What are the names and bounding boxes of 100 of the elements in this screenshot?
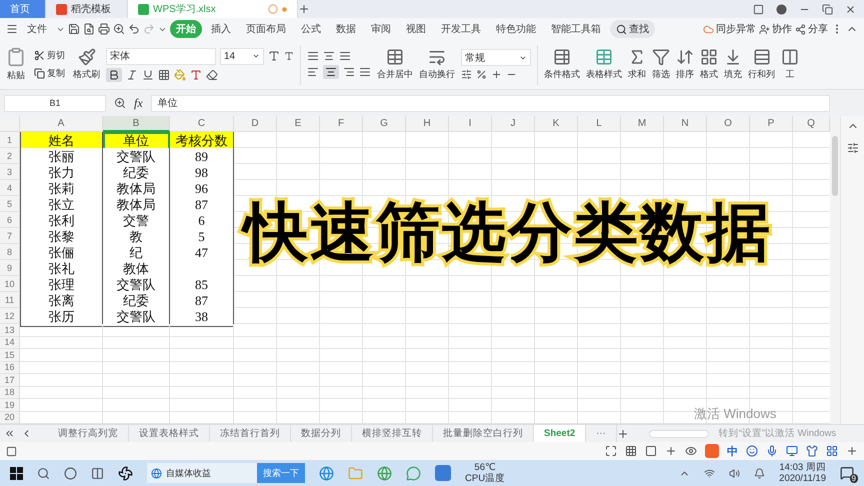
- border-icon[interactable]: [158, 68, 170, 80]
- input-mode[interactable]: 中: [727, 444, 738, 458]
- ribbon-tool-button[interactable]: 筛选: [652, 48, 670, 81]
- horizontal-scrollbar[interactable]: [648, 430, 709, 438]
- column-header[interactable]: C: [170, 116, 234, 132]
- formula-field[interactable]: 单位: [150, 94, 830, 112]
- bold-button[interactable]: [106, 68, 122, 82]
- add-sheet-icon[interactable]: [616, 428, 629, 440]
- browser-icon[interactable]: [319, 466, 334, 480]
- ribbon-tab[interactable]: 审阅: [365, 20, 397, 38]
- grow-font-icon[interactable]: [268, 50, 280, 62]
- menu-icon[interactable]: [6, 23, 18, 35]
- ribbon-tool-button[interactable]: 求和: [628, 48, 646, 81]
- normal-view-icon[interactable]: [625, 445, 637, 457]
- toolbar-action[interactable]: 协作: [759, 22, 792, 36]
- cut-button[interactable]: 剪切: [32, 48, 67, 63]
- function-label[interactable]: fx: [134, 96, 143, 110]
- first-sheet-icon[interactable]: [4, 428, 15, 439]
- column-header[interactable]: D: [234, 116, 277, 132]
- column-header[interactable]: H: [406, 116, 449, 132]
- search-button[interactable]: 查找: [610, 20, 655, 38]
- undo-icon[interactable]: [128, 23, 140, 35]
- font-size-field[interactable]: 14: [220, 48, 264, 64]
- column-header[interactable]: K: [535, 116, 578, 132]
- task-view-icon[interactable]: [91, 466, 104, 480]
- ribbon-tool-button[interactable]: 表格样式: [586, 48, 622, 81]
- column-header[interactable]: B: [103, 116, 170, 132]
- ribbon-tool-button[interactable]: 条件格式: [544, 48, 580, 81]
- column-header[interactable]: J: [492, 116, 535, 132]
- column-header[interactable]: O: [707, 116, 750, 132]
- column-header[interactable]: G: [363, 116, 406, 132]
- justify-icon[interactable]: [359, 66, 371, 78]
- ribbon-tab[interactable]: 智能工具箱: [545, 20, 607, 38]
- document-tab[interactable]: WPS学习.xlsx: [128, 0, 298, 18]
- shrink-font-icon[interactable]: [284, 51, 294, 61]
- name-box[interactable]: B1: [4, 94, 106, 112]
- column-header[interactable]: A: [20, 116, 103, 132]
- save-icon[interactable]: [68, 23, 80, 35]
- clock-date[interactable]: 2020/11/19: [779, 473, 826, 484]
- italic-icon[interactable]: [126, 68, 138, 80]
- ribbon-tool-button[interactable]: 填充: [724, 48, 742, 81]
- document-tab[interactable]: 首页: [0, 0, 46, 18]
- ribbon-tool-button[interactable]: 排序: [676, 48, 694, 81]
- toolbar-action[interactable]: 分享: [795, 22, 828, 36]
- column-header[interactable]: M: [621, 116, 664, 132]
- align-top-icon[interactable]: [307, 50, 319, 62]
- ribbon-tool-button[interactable]: 行和列: [748, 48, 775, 81]
- font-color-icon[interactable]: [190, 68, 202, 80]
- ribbon-tab[interactable]: 视图: [400, 20, 432, 38]
- column-header[interactable]: P: [750, 116, 793, 132]
- close-icon[interactable]: [845, 4, 856, 14]
- number-format-field[interactable]: 常规: [461, 49, 531, 66]
- ribbon-tab[interactable]: 页面布局: [240, 20, 292, 38]
- column-header[interactable]: Q: [793, 116, 830, 132]
- circle-icon[interactable]: [64, 466, 77, 480]
- fan-icon[interactable]: [118, 466, 133, 480]
- export-icon[interactable]: [83, 23, 95, 35]
- wrap-button[interactable]: 自动换行: [419, 48, 455, 81]
- fill-color-icon[interactable]: [174, 68, 186, 80]
- microphone-icon: [766, 445, 778, 457]
- ribbon-tab[interactable]: 开发工具: [435, 20, 487, 38]
- toolbar-action[interactable]: 同步异常: [703, 22, 756, 36]
- fullscreen-icon[interactable]: [605, 445, 617, 457]
- search-icon[interactable]: [37, 466, 50, 480]
- print-icon[interactable]: [98, 23, 110, 35]
- align-right-icon[interactable]: [343, 66, 355, 78]
- ribbon-tab[interactable]: 插入: [205, 20, 237, 38]
- input-method-logo-icon[interactable]: [705, 444, 719, 458]
- align-middle-icon[interactable]: [323, 50, 335, 62]
- underline-icon[interactable]: [142, 68, 154, 80]
- align-center-button[interactable]: [323, 65, 339, 79]
- ribbon-tool-button[interactable]: 工: [781, 48, 799, 81]
- paste-button[interactable]: 粘贴: [6, 47, 26, 82]
- clock-time[interactable]: 14:03 周四: [779, 462, 826, 473]
- column-header[interactable]: E: [277, 116, 320, 132]
- copy-button[interactable]: 复制: [32, 66, 67, 81]
- column-header[interactable]: N: [664, 116, 707, 132]
- start-icon[interactable]: [10, 466, 23, 480]
- preview-icon[interactable]: [113, 23, 125, 35]
- format-painter-button[interactable]: 格式刷: [73, 48, 100, 81]
- restore-icon[interactable]: [822, 4, 833, 14]
- scrollbar-thumb[interactable]: [832, 136, 838, 196]
- ribbon-tab[interactable]: 公式: [295, 20, 327, 38]
- office-app-icon[interactable]: [435, 465, 451, 481]
- align-left-icon[interactable]: [307, 66, 319, 78]
- column-header[interactable]: I: [449, 116, 492, 132]
- align-bottom-icon[interactable]: [339, 50, 351, 62]
- zoom-in-icon[interactable]: [846, 445, 858, 457]
- ribbon-tab[interactable]: 数据: [330, 20, 362, 38]
- file-menu[interactable]: 文件: [21, 20, 53, 38]
- taskbar-search-field[interactable]: 自媒体收益: [147, 463, 257, 483]
- ribbon-tab[interactable]: 特色功能: [490, 20, 542, 38]
- merge-button[interactable]: 合并居中: [377, 48, 413, 81]
- font-field[interactable]: 宋体: [106, 48, 216, 64]
- column-header[interactable]: F: [320, 116, 363, 132]
- eye-icon[interactable]: [685, 445, 697, 457]
- ribbon-tool-button[interactable]: 格式: [700, 48, 718, 81]
- percent-icon[interactable]: [476, 69, 487, 80]
- column-header[interactable]: L: [578, 116, 621, 132]
- eraser-icon[interactable]: [206, 68, 218, 80]
